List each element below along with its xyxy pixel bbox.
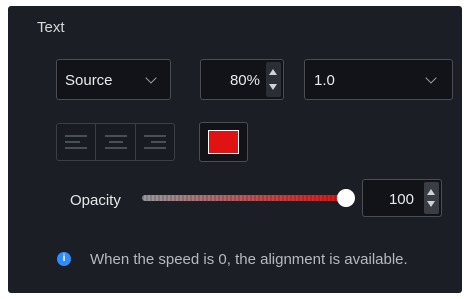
percent-input[interactable]: 80% [200, 59, 284, 100]
stepper-down-icon[interactable] [427, 201, 435, 207]
scale-select-value: 1.0 [314, 72, 335, 89]
align-center-icon [105, 135, 128, 137]
stepper-up-icon[interactable] [269, 69, 277, 75]
scale-select[interactable]: 1.0 [304, 59, 453, 100]
align-right-icon-line [143, 147, 166, 149]
opacity-slider-track[interactable] [142, 195, 350, 201]
info-message: When the speed is 0, the alignment is av… [90, 251, 408, 268]
align-left-icon [65, 135, 87, 137]
source-select-value: Source [65, 72, 113, 89]
opacity-stepper[interactable] [424, 182, 439, 214]
alignment-button-group [56, 123, 175, 161]
align-center-button[interactable] [96, 124, 136, 160]
percent-input-value: 80% [229, 72, 260, 89]
align-left-button[interactable] [57, 124, 97, 160]
section-title: Text [37, 19, 65, 36]
align-left-icon-line [65, 147, 87, 149]
align-left-icon-line [65, 141, 80, 143]
stepper-down-icon[interactable] [269, 84, 277, 90]
chevron-down-icon [425, 72, 437, 84]
align-center-icon-line [109, 141, 124, 143]
align-right-icon-line [150, 141, 166, 143]
text-settings-panel: Text Source 80% 1.0 Opacity 100 i When t… [8, 6, 462, 293]
text-color-picker[interactable] [199, 122, 248, 162]
color-swatch-fill [208, 130, 239, 154]
opacity-input[interactable]: 100 [362, 179, 442, 217]
info-icon: i [57, 252, 71, 266]
chevron-down-icon [145, 72, 157, 84]
opacity-label: Opacity [70, 192, 121, 209]
percent-stepper[interactable] [266, 62, 281, 97]
opacity-input-value: 100 [388, 191, 414, 208]
align-center-icon-line [105, 147, 128, 149]
align-right-button[interactable] [136, 124, 174, 160]
stepper-up-icon[interactable] [427, 189, 435, 195]
source-select[interactable]: Source [56, 59, 171, 100]
align-right-icon [143, 135, 166, 137]
opacity-slider-thumb[interactable] [337, 189, 355, 207]
